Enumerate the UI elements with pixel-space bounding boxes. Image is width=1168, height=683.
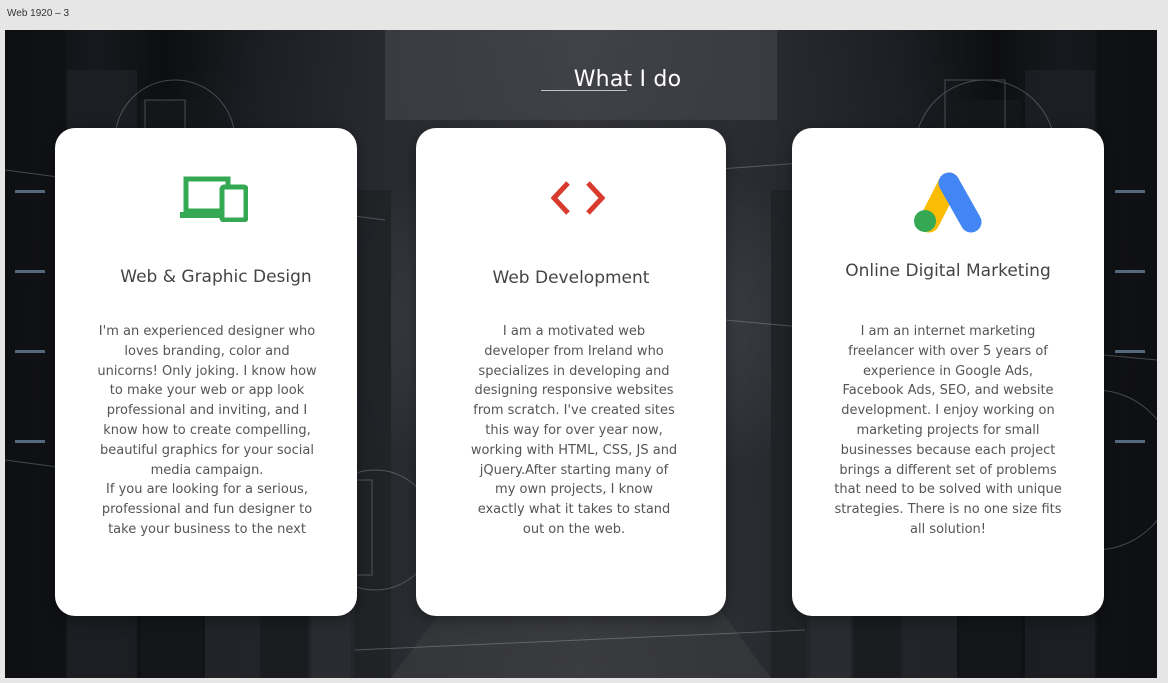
section-title: What I do bbox=[573, 66, 682, 92]
card-title: Online Digital Marketing bbox=[845, 261, 1051, 281]
title-underline bbox=[541, 90, 627, 91]
card-body: I am an internet marketing freelancer wi… bbox=[834, 324, 1062, 537]
code-icon bbox=[550, 181, 606, 215]
card-body: I'm an experienced designer who loves br… bbox=[97, 324, 317, 537]
service-card-development: Web Development I am a motivated web dev… bbox=[416, 128, 726, 616]
artboard-label[interactable]: Web 1920 – 3 bbox=[7, 8, 69, 19]
service-card-marketing: Online Digital Marketing I am an interne… bbox=[792, 128, 1104, 616]
card-title: Web Development bbox=[492, 268, 650, 288]
card-title: Web & Graphic Design bbox=[120, 267, 312, 287]
devices-icon bbox=[180, 176, 248, 222]
artboard: What I do Web & Graphic Design I'm an ex… bbox=[5, 30, 1157, 678]
google-ads-icon bbox=[914, 172, 982, 233]
service-card-design: Web & Graphic Design I'm an experienced … bbox=[55, 128, 357, 616]
card-body: I am a motivated web developer from Irel… bbox=[470, 324, 678, 537]
